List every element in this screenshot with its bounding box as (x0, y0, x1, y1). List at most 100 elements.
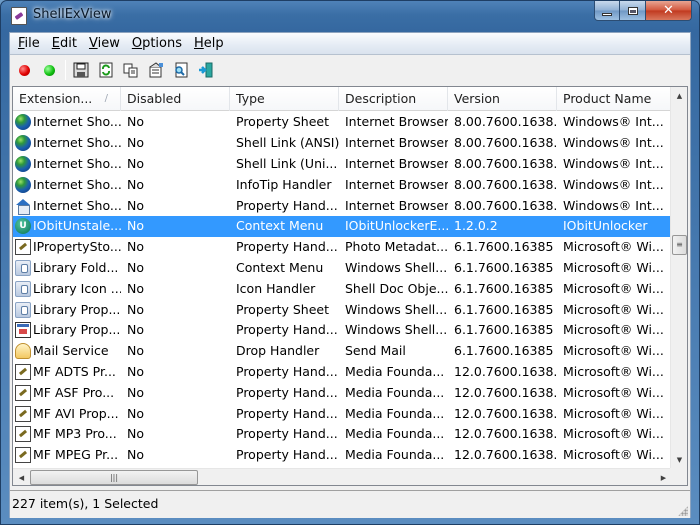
extension-name: MF AVI Prop... (33, 405, 119, 421)
cell-name: MF ASF Pro... (13, 383, 121, 403)
table-row[interactable]: Library Icon ... No Icon Handler Shell Doc … (13, 278, 673, 299)
column-header-version[interactable]: Version (448, 87, 557, 111)
cell-description: Windows Shell... (345, 322, 448, 338)
minimize-button[interactable] (594, 1, 620, 21)
document-icon (15, 239, 31, 256)
globe-icon (15, 114, 31, 131)
table-row[interactable]: Library Prop... No Property Sheet Windows S… (13, 299, 673, 320)
table-row[interactable]: MF MP3 Pro... No Property Hand... Media Fou… (13, 424, 673, 445)
cell-disabled: No (127, 447, 144, 463)
cell-version: 6.1.7600.16385 ... (454, 239, 557, 255)
table-row[interactable]: Internet Sho... No Shell Link (ANSI) Intern… (13, 133, 673, 154)
maximize-button[interactable] (620, 1, 646, 21)
table-row[interactable]: Internet Sho... No InfoTip Handler Internet… (13, 174, 673, 195)
cell-name: Library Icon ... (13, 279, 121, 299)
table-row[interactable]: IPropertySto... No Property Hand... Photo M… (13, 237, 673, 258)
exit-button[interactable] (194, 59, 217, 81)
horizontal-scroll-thumb[interactable]: ||| (30, 470, 198, 485)
table-row[interactable]: Internet Sho... No Property Sheet Internet … (13, 112, 673, 133)
menu-options[interactable]: Options (126, 34, 188, 54)
menu-help[interactable]: Help (188, 34, 230, 54)
resize-grip-icon[interactable] (678, 506, 688, 516)
sort-ascending-icon: / (104, 93, 108, 104)
scroll-left-arrow-icon[interactable]: ◀ (13, 469, 30, 485)
vertical-scrollbar[interactable]: ▲ ≡ ▼ (670, 87, 687, 468)
cell-type: Shell Link (Uni... (236, 155, 338, 171)
cell-product: Microsoft® Wi... (563, 322, 664, 338)
cell-description: Internet Browser (345, 155, 448, 171)
cell-description: Media Founda... (345, 363, 445, 379)
cell-type: Shell Link (ANSI) (236, 135, 339, 151)
column-header-disabled[interactable]: Disabled (121, 87, 230, 111)
cell-product: Windows® Int... (563, 176, 664, 192)
table-row[interactable]: U IObitUnstale... No Context Menu IObitUnloc… (13, 215, 673, 237)
cell-version: 6.1.7600.16385 ... (454, 280, 557, 296)
refresh-button[interactable] (94, 59, 117, 81)
document-icon (15, 363, 31, 380)
cell-version: 12.0.7600.1638... (454, 384, 557, 400)
close-icon: ✕ (663, 3, 674, 18)
find-icon (174, 62, 187, 78)
table-row[interactable]: Internet Sho... No Shell Link (Uni... Inter… (13, 154, 673, 175)
horizontal-scrollbar[interactable]: ◀ ||| ▶ (13, 468, 672, 485)
floppy-disk-icon (73, 62, 88, 78)
title-bar[interactable]: ShellExView ✕ (1, 1, 699, 32)
table-row[interactable]: MF MPEG Pr... No Property Hand... Media Fou… (13, 445, 673, 466)
cell-disabled: No (127, 218, 144, 234)
table-row[interactable]: MF ASF Pro... No Property Hand... Media Fou… (13, 382, 673, 403)
iobit-icon: U (15, 218, 31, 235)
document-icon (15, 426, 31, 443)
cell-name: Mail Service (13, 341, 121, 361)
cell-type: Drop Handler (236, 343, 320, 359)
column-header-product-name[interactable]: Product Name (557, 87, 673, 111)
document-icon (15, 405, 31, 422)
cell-type: Property Hand... (236, 426, 338, 442)
globe-icon (15, 155, 31, 172)
find-button[interactable] (169, 59, 192, 81)
menu-view[interactable]: View (83, 34, 126, 54)
cell-type: Icon Handler (236, 280, 316, 296)
save-selected-button[interactable] (69, 59, 92, 81)
cell-product: Microsoft® Wi... (563, 363, 664, 379)
cell-name: Library Prop... (13, 300, 121, 320)
cell-disabled: No (127, 155, 144, 171)
cell-name: Internet Sho... (13, 196, 121, 216)
cell-product: Windows® Int... (563, 114, 664, 130)
extension-name: MF ADTS Pr... (33, 363, 116, 379)
cell-disabled: No (127, 176, 144, 192)
enable-selected-button[interactable] (38, 59, 61, 81)
vertical-scroll-thumb[interactable]: ≡ (672, 234, 687, 255)
cell-disabled: No (127, 197, 144, 213)
copy-selected-button[interactable] (119, 59, 142, 81)
cell-name: U IObitUnstale... (13, 216, 121, 237)
menu-edit[interactable]: Edit (46, 34, 83, 54)
cell-type: Property Hand... (236, 239, 338, 255)
cell-name: Internet Sho... (13, 133, 121, 153)
properties-button[interactable] (144, 59, 167, 81)
column-header-description[interactable]: Description (339, 87, 448, 111)
table-row[interactable]: Library Fold... No Context Menu Windows She… (13, 258, 673, 279)
disable-selected-button[interactable] (13, 59, 36, 81)
toolbar (10, 56, 690, 84)
menu-file[interactable]: File (12, 34, 46, 54)
extensions-list[interactable]: Extension... / Disabled Type Description … (12, 86, 688, 486)
close-button[interactable]: ✕ (646, 1, 692, 21)
cell-disabled: No (127, 280, 144, 296)
cell-disabled: No (127, 426, 144, 442)
cell-description: Media Founda... (345, 426, 445, 442)
menu-bar: File Edit View Options Help (10, 33, 690, 55)
cell-name: Internet Sho... (13, 154, 121, 174)
table-row[interactable]: Mail Service No Drop Handler Send Mail 6.1.7… (13, 341, 673, 362)
scroll-up-arrow-icon[interactable]: ▲ (671, 87, 687, 104)
extension-name: Library Prop... (33, 301, 121, 317)
table-row[interactable]: Internet Sho... No Property Hand... Interne… (13, 195, 673, 216)
table-row[interactable]: MF ADTS Pr... No Property Hand... Media Fou… (13, 362, 673, 383)
table-row[interactable]: MF AVI Prop... No Property Hand... Media Fo… (13, 403, 673, 424)
maximize-icon (627, 6, 638, 15)
column-header-type[interactable]: Type (230, 87, 339, 111)
table-row[interactable]: Library Prop... No Property Hand... Windows… (13, 320, 673, 341)
cell-product: Windows® Int... (563, 197, 664, 213)
scroll-down-arrow-icon[interactable]: ▼ (671, 451, 687, 468)
document-icon (15, 384, 31, 401)
column-header-extension[interactable]: Extension... / (13, 87, 121, 111)
